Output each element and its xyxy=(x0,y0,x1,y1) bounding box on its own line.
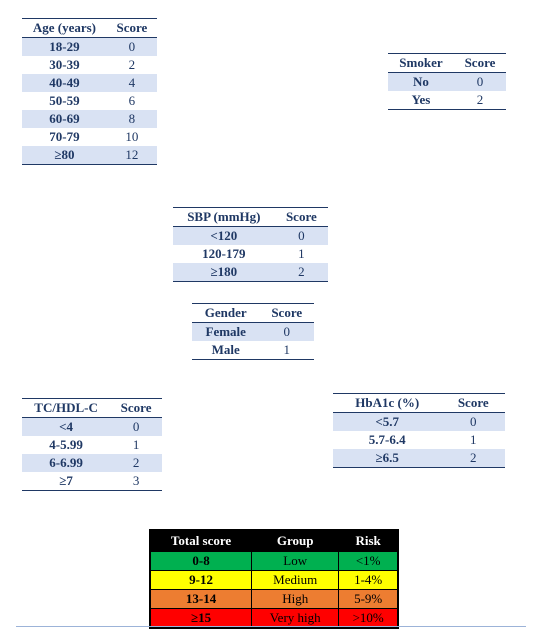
risk-row-medium: 9-12Medium1-4% xyxy=(150,571,398,590)
age-score-table: Age (years) Score 18-290 30-392 40-494 5… xyxy=(22,18,157,165)
table-row: <1200 xyxy=(173,227,328,246)
total-header-score: Total score xyxy=(150,530,252,552)
table-row: Female0 xyxy=(192,323,314,342)
smoker-score-table: Smoker Score No0 Yes2 xyxy=(388,53,506,110)
table-row: 120-1791 xyxy=(173,245,328,263)
hba1c-header-label: HbA1c (%) xyxy=(333,394,441,413)
sbp-header-label: SBP (mmHg) xyxy=(173,208,275,227)
table-row: 30-392 xyxy=(22,56,157,74)
tc-header-label: TC/HDL-C xyxy=(22,399,110,418)
risk-row-low: 0-8Low<1% xyxy=(150,552,398,571)
table-row: 6-6.992 xyxy=(22,454,162,472)
table-row: 60-698 xyxy=(22,110,157,128)
tc-header-score: Score xyxy=(110,399,162,418)
footer-divider xyxy=(16,626,526,627)
table-row: 5.7-6.41 xyxy=(333,431,505,449)
tc-hdl-score-table: TC/HDL-C Score <40 4-5.991 6-6.992 ≥73 xyxy=(22,398,162,491)
total-header-risk: Risk xyxy=(339,530,398,552)
gender-score-table: Gender Score Female0 Male1 xyxy=(192,303,314,360)
table-row: 18-290 xyxy=(22,38,157,57)
smoker-header-score: Score xyxy=(454,54,506,73)
table-row: 70-7910 xyxy=(22,128,157,146)
table-row: Yes2 xyxy=(388,91,506,110)
table-row: 4-5.991 xyxy=(22,436,162,454)
table-row: ≥1802 xyxy=(173,263,328,282)
table-row: ≥6.52 xyxy=(333,449,505,468)
table-row: Male1 xyxy=(192,341,314,360)
hba1c-header-score: Score xyxy=(441,394,505,413)
gender-header-label: Gender xyxy=(192,304,259,323)
age-header-label: Age (years) xyxy=(22,19,107,38)
table-row: 40-494 xyxy=(22,74,157,92)
total-header-group: Group xyxy=(252,530,339,552)
table-row: <5.70 xyxy=(333,413,505,432)
sbp-header-score: Score xyxy=(275,208,328,227)
sbp-score-table: SBP (mmHg) Score <1200 120-1791 ≥1802 xyxy=(173,207,328,282)
hba1c-score-table: HbA1c (%) Score <5.70 5.7-6.41 ≥6.52 xyxy=(333,393,505,468)
total-score-risk-table: Total score Group Risk 0-8Low<1% 9-12Med… xyxy=(149,529,399,629)
table-row: <40 xyxy=(22,418,162,437)
table-row: ≥73 xyxy=(22,472,162,491)
smoker-header-label: Smoker xyxy=(388,54,454,73)
table-row: ≥8012 xyxy=(22,146,157,165)
table-row: 50-596 xyxy=(22,92,157,110)
gender-header-score: Score xyxy=(259,304,314,323)
risk-row-high: 13-14High5-9% xyxy=(150,590,398,609)
age-header-score: Score xyxy=(107,19,157,38)
table-row: No0 xyxy=(388,73,506,92)
